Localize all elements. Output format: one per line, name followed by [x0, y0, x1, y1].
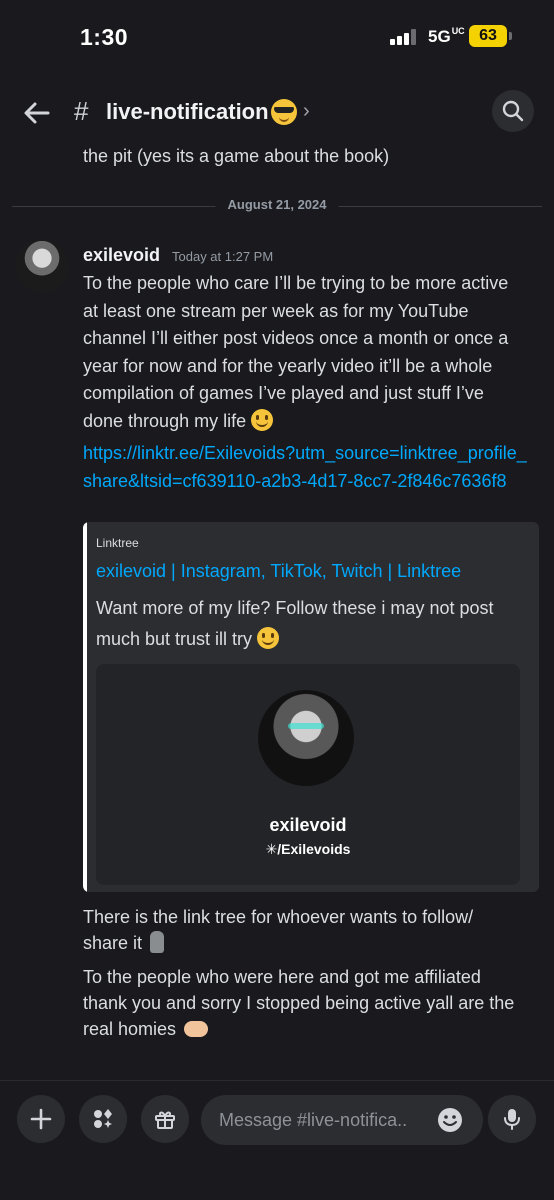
network-type: 5GUC	[428, 26, 465, 47]
message-author[interactable]: exilevoid	[83, 245, 160, 266]
embed-profile-avatar	[258, 690, 354, 786]
sunglasses-emoji-icon	[271, 99, 297, 125]
embed-provider: Linktree	[96, 536, 139, 550]
message-input-placeholder: Message #live-notifica..	[219, 1110, 408, 1130]
embed-title-link[interactable]: exilevoid | Instagram, TikTok, Twitch | …	[96, 561, 461, 582]
slight-smile-emoji-icon	[251, 408, 274, 431]
apps-icon	[94, 1109, 112, 1128]
channel-header: # live-notification ›	[0, 88, 554, 138]
avatar[interactable]	[16, 240, 68, 292]
followup-message-1-text: There is the link tree for whoever wants…	[83, 907, 474, 953]
moai-emoji-icon	[150, 931, 165, 953]
embed-card-name: exilevoid	[269, 815, 347, 835]
chevron-right-icon[interactable]: ›	[303, 100, 310, 123]
slight-smile-emoji-icon	[257, 627, 280, 649]
message-timestamp: Today at 1:27 PM	[172, 249, 274, 264]
message-input[interactable]: Message #live-notifica..	[201, 1095, 483, 1145]
status-time: 1:30	[80, 24, 129, 50]
embed-description: Want more of my life? Follow these i may…	[96, 593, 516, 655]
plus-icon	[30, 1108, 52, 1130]
embed-image[interactable]: exilevoid ✳/Exilevoids	[96, 664, 520, 885]
battery-level: 63	[469, 25, 507, 47]
battery-tip	[509, 32, 512, 40]
back-arrow-icon[interactable]	[20, 96, 54, 130]
search-button[interactable]	[492, 90, 534, 132]
message-text: To the people who care I’ll be trying to…	[83, 273, 509, 431]
gift-icon	[155, 1111, 175, 1129]
followup-message-2: To the people who were here and got me a…	[83, 964, 523, 1042]
emoji-picker-button[interactable]	[437, 1107, 463, 1133]
handshake-emoji-icon	[184, 1021, 209, 1037]
search-icon	[502, 100, 524, 122]
embed-description-text: Want more of my life? Follow these i may…	[96, 598, 494, 649]
status-bar: 1:30 5GUC 63	[0, 0, 554, 78]
emoji-icon	[438, 1108, 462, 1132]
link-embed: Linktree exilevoid | Instagram, TikTok, …	[83, 522, 539, 892]
hash-icon: #	[74, 96, 89, 126]
add-attachment-button[interactable]	[17, 1095, 65, 1143]
cellular-signal-icon	[390, 29, 420, 45]
voice-message-button[interactable]	[488, 1095, 536, 1143]
message-composer: Message #live-notifica..	[0, 1080, 554, 1200]
gift-button[interactable]	[141, 1095, 189, 1143]
date-divider: August 21, 2024	[12, 197, 542, 212]
message-body: To the people who care I’ll be trying to…	[83, 270, 523, 435]
apps-button[interactable]	[79, 1095, 127, 1143]
embed-accent-bar	[83, 522, 87, 892]
microphone-icon	[504, 1109, 520, 1130]
previous-message-text: the pit (yes its a game about the book)	[83, 146, 390, 166]
embed-card-handle: ✳/Exilevoids	[265, 841, 351, 857]
channel-name[interactable]: live-notification	[106, 99, 269, 125]
date-divider-label: August 21, 2024	[215, 197, 339, 212]
followup-message-2-text: To the people who were here and got me a…	[83, 967, 515, 1039]
linktree-link[interactable]: https://linktr.ee/Exilevoids?utm_source=…	[83, 440, 533, 495]
followup-message-1: There is the link tree for whoever wants…	[83, 904, 523, 956]
